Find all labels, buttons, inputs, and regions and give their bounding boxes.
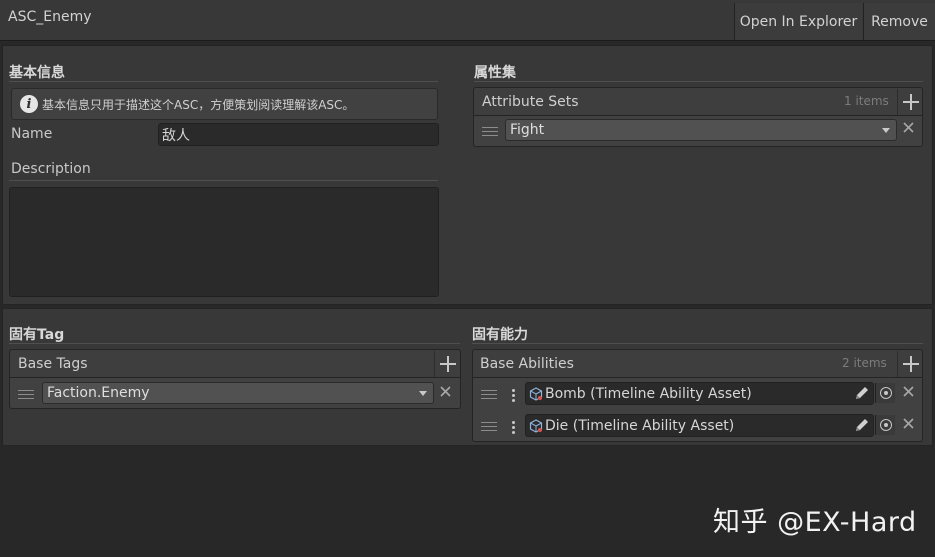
abilities-section-title: 固有能力 [472, 327, 528, 343]
description-label: Description [11, 161, 91, 177]
object-picker-icon [879, 419, 892, 431]
description-field[interactable] [9, 187, 439, 297]
attribute-sets-count: 1 items [844, 94, 889, 108]
section-divider [9, 343, 460, 344]
attribute-set-dropdown[interactable]: Fight [505, 119, 897, 141]
description-divider [9, 180, 438, 181]
add-tag-button[interactable] [434, 351, 460, 377]
chevron-down-icon [419, 391, 427, 396]
inspector-header: ASC_Enemy Open In Explorer Remove [0, 0, 935, 41]
close-icon [903, 418, 914, 429]
attribute-sets-title: Attribute Sets [482, 93, 579, 110]
drag-handle-icon[interactable] [481, 390, 497, 399]
add-attribute-set-button[interactable] [897, 89, 923, 115]
base-tags-title: Base Tags [18, 355, 88, 372]
pick-ability-button[interactable] [875, 415, 895, 435]
close-icon [903, 122, 914, 133]
section-divider [9, 81, 438, 82]
plus-icon [439, 356, 456, 372]
open-in-explorer-button[interactable]: Open In Explorer [734, 3, 862, 40]
pick-ability-button[interactable] [875, 383, 895, 403]
base-tag-dropdown[interactable]: Faction.Enemy [42, 382, 434, 404]
attribute-set-value: Fight [510, 122, 545, 138]
edit-ability-button[interactable] [852, 383, 872, 403]
chevron-down-icon [882, 128, 890, 133]
remove-ability-button[interactable] [903, 385, 914, 400]
object-picker-icon [879, 387, 892, 399]
vertical-dots-icon[interactable] [512, 421, 515, 436]
remove-tag-button[interactable] [440, 385, 451, 400]
add-ability-button[interactable] [897, 351, 923, 377]
ability-object-field[interactable]: Bomb (Timeline Ability Asset) [525, 382, 874, 405]
drag-handle-icon[interactable] [481, 422, 497, 431]
asset-cube-icon [529, 386, 543, 401]
drag-handle-icon[interactable] [18, 390, 34, 399]
base-abilities-title: Base Abilities [480, 355, 574, 372]
section-divider [472, 343, 923, 344]
plus-icon [902, 356, 919, 372]
remove-button[interactable]: Remove [863, 3, 935, 40]
attributes-section-title: 属性集 [474, 65, 516, 81]
tags-section-title: 固有Tag [9, 327, 65, 343]
help-text: 基本信息只用于描述这个ASC，方便策划阅读理解该ASC。 [42, 97, 355, 112]
ability-object-field[interactable]: Die (Timeline Ability Asset) [525, 414, 874, 437]
name-field[interactable]: 敌人 [158, 123, 439, 146]
name-label: Name [11, 126, 53, 142]
help-box: i 基本信息只用于描述这个ASC，方便策划阅读理解该ASC。 [11, 88, 438, 120]
base-abilities-count: 2 items [842, 356, 887, 370]
close-icon [440, 386, 451, 397]
asset-cube-icon [529, 418, 543, 433]
remove-ability-button[interactable] [903, 417, 914, 432]
close-icon [903, 386, 914, 397]
remove-attribute-set-button[interactable] [903, 121, 914, 136]
ability-value: Bomb (Timeline Ability Asset) [545, 385, 752, 402]
pencil-icon [856, 387, 868, 399]
drag-handle-icon[interactable] [482, 127, 498, 136]
asset-title: ASC_Enemy [8, 9, 92, 25]
pencil-icon [856, 419, 868, 431]
plus-icon [902, 94, 919, 110]
watermark: 知乎 @EX-Hard [713, 507, 917, 538]
vertical-dots-icon[interactable] [512, 389, 515, 404]
ability-value: Die (Timeline Ability Asset) [545, 417, 735, 434]
basic-info-section-title: 基本信息 [9, 65, 65, 81]
info-icon: i [20, 95, 38, 113]
base-tags-list-header: Base Tags [9, 349, 461, 378]
base-tag-value: Faction.Enemy [47, 385, 150, 401]
edit-ability-button[interactable] [852, 415, 872, 435]
section-divider [474, 81, 923, 82]
